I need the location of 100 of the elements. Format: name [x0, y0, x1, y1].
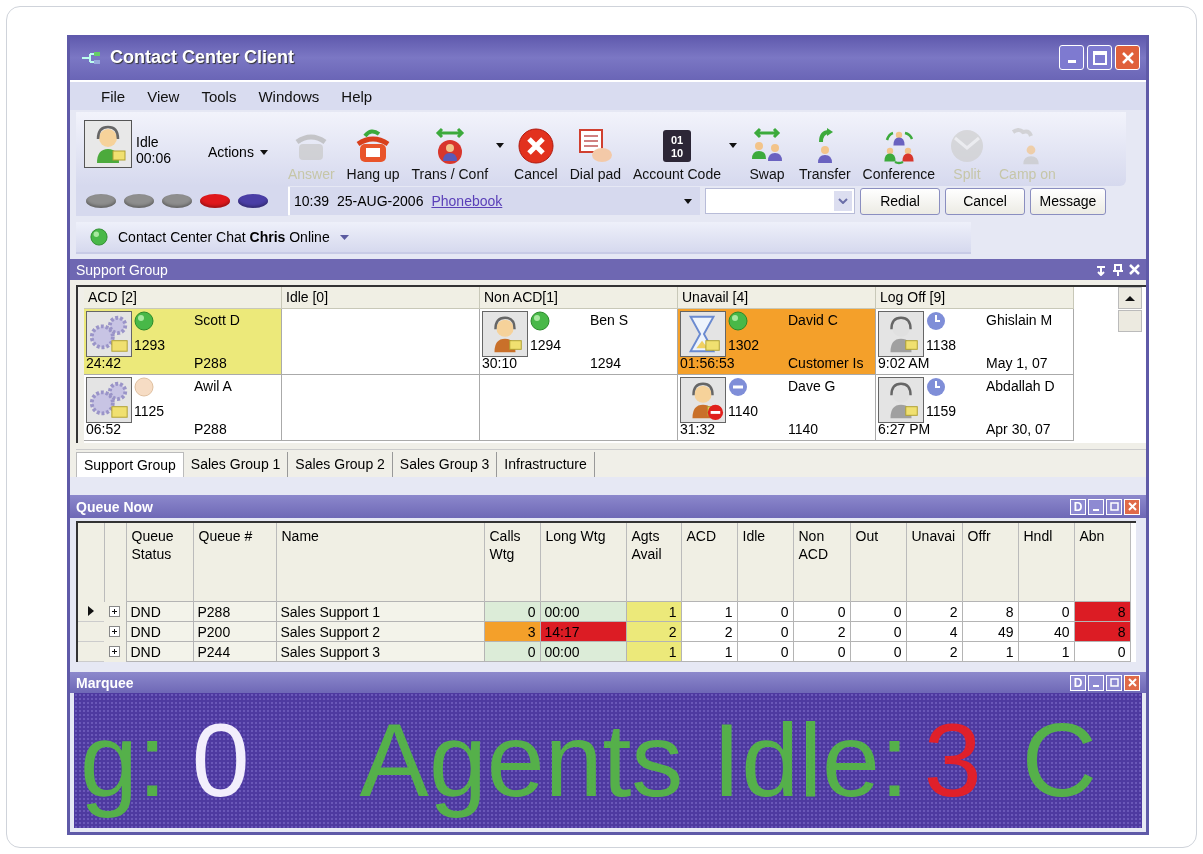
scroll-up-icon[interactable]: [1118, 287, 1142, 309]
table-cell: 0: [737, 601, 793, 622]
group-tab[interactable]: Support Group: [76, 452, 184, 477]
column-header[interactable]: ACD [2]: [84, 287, 282, 309]
agent-card[interactable]: 1138 Ghislain M 9:02 AM May 1, 07: [876, 309, 1074, 375]
chevron-down-icon[interactable]: [838, 198, 848, 204]
agent-name: Ben S: [590, 311, 630, 329]
agent-timer: 6:27 PM: [877, 420, 932, 439]
column-header[interactable]: Hndl: [1018, 523, 1074, 602]
agent-card[interactable]: 1159 Abdallah D 6:27 PM Apr 30, 07: [876, 375, 1074, 441]
toolbar-button[interactable]: Conference: [856, 126, 941, 182]
group-tab[interactable]: Sales Group 3: [392, 452, 498, 477]
line-lamp[interactable]: [200, 194, 230, 208]
column-header[interactable]: Non ACD: [793, 523, 850, 602]
group-tab[interactable]: Sales Group 1: [183, 452, 289, 477]
table-cell: 1: [681, 601, 737, 622]
line-lamp[interactable]: [124, 194, 154, 208]
agent-headset-icon: [84, 120, 132, 168]
toolbar-button[interactable]: Cancel: [508, 126, 564, 182]
line-lamp[interactable]: [238, 194, 268, 208]
expand-icon[interactable]: [109, 625, 121, 637]
call-button[interactable]: Cancel: [945, 187, 1025, 215]
agent-timer: 24:42: [85, 354, 123, 373]
scroll-thumb[interactable]: [1118, 310, 1142, 332]
agent-card[interactable]: 1293 Scott D 24:42 P288: [84, 309, 282, 375]
maximize-button[interactable]: [1087, 45, 1112, 70]
menu-item[interactable]: Help: [332, 85, 382, 107]
close-button[interactable]: [1124, 498, 1140, 515]
agent-card[interactable]: 1140 Dave G 31:32 1140: [678, 375, 876, 441]
column-header[interactable]: Idle [0]: [282, 287, 480, 309]
phonebook-link[interactable]: Phonebook: [431, 193, 676, 209]
expand-icon[interactable]: [109, 645, 121, 657]
column-header[interactable]: ACD: [681, 523, 737, 602]
table-cell: DND: [126, 641, 193, 662]
maximize-button[interactable]: [1106, 498, 1122, 515]
minimize-button[interactable]: [1059, 45, 1084, 70]
column-header[interactable]: Offr: [962, 523, 1018, 602]
call-time: 10:39: [294, 193, 330, 209]
group-tab[interactable]: Sales Group 2: [288, 452, 393, 477]
column-header[interactable]: Calls Wtg: [484, 523, 540, 602]
agent-blocked-icon: [680, 377, 726, 423]
pin-icon[interactable]: [1095, 263, 1107, 276]
toolbar-button[interactable]: Trans / Conf: [405, 126, 495, 182]
pin-icon[interactable]: [1113, 263, 1123, 276]
toolbar-button[interactable]: Transfer: [793, 126, 857, 182]
menu-item[interactable]: File: [92, 85, 135, 107]
minimize-button[interactable]: [1088, 674, 1104, 691]
table-cell: 2: [906, 601, 962, 622]
agent-timer: 9:02 AM: [877, 354, 931, 373]
agent-card[interactable]: 1294 Ben S 30:10 1294: [480, 309, 678, 375]
table-cell: 0: [793, 601, 850, 622]
call-date: 25-AUG-2006: [337, 193, 424, 209]
status-icon: [926, 311, 946, 331]
call-button[interactable]: Redial: [860, 187, 940, 215]
column-header[interactable]: Non ACD[1]: [480, 287, 678, 309]
agent-headset-icon: [878, 377, 924, 423]
group-tab[interactable]: Infrastructure: [497, 452, 595, 477]
agent-card[interactable]: 1125 Awil A 06:52 P288: [84, 375, 282, 441]
column-header[interactable]: Queue #: [193, 523, 276, 602]
toolbar-button[interactable]: Hang up: [340, 126, 406, 182]
maximize-button[interactable]: [1106, 674, 1122, 691]
menu-item[interactable]: Tools: [192, 85, 246, 107]
column-header[interactable]: Abn: [1074, 523, 1130, 602]
agent-name: Abdallah D: [986, 377, 1056, 395]
column-header[interactable]: Agts Avail: [626, 523, 681, 602]
marquee-text: Agents Idle:: [359, 700, 909, 820]
dial-field[interactable]: [705, 188, 855, 214]
menu-item[interactable]: Windows: [249, 85, 329, 107]
dropdown-caret-icon[interactable]: [729, 143, 737, 148]
agent-timer: 31:32: [679, 420, 717, 439]
panel-title: Queue Now: [76, 498, 154, 515]
column-header[interactable]: Unavail [4]: [678, 287, 876, 309]
dropdown-caret-icon[interactable]: [684, 198, 692, 204]
actions-menu[interactable]: Actions: [208, 144, 268, 160]
close-icon[interactable]: [1129, 264, 1140, 275]
toolbar-button[interactable]: Dial pad: [563, 126, 628, 182]
column-header[interactable]: Unavai: [906, 523, 962, 602]
line-lamp[interactable]: [86, 194, 116, 208]
table-cell: 0: [1018, 601, 1074, 622]
close-button[interactable]: [1115, 45, 1140, 70]
close-button[interactable]: [1124, 674, 1140, 691]
line-lamp[interactable]: [162, 194, 192, 208]
cancel-icon: [515, 126, 556, 166]
toolbar-button[interactable]: Swap: [741, 126, 793, 182]
column-header[interactable]: Long Wtg: [540, 523, 626, 602]
agent-extension: 1125: [134, 403, 166, 419]
call-button[interactable]: Message: [1030, 187, 1106, 215]
dropdown-caret-icon[interactable]: [496, 143, 505, 148]
column-header[interactable]: Out: [850, 523, 906, 602]
toolbar-button[interactable]: 01 10 Account Code: [627, 126, 727, 182]
agent-info: 1294: [590, 354, 623, 373]
agent-card[interactable]: 1302 David C 01:56:53 Customer Is: [678, 309, 876, 375]
menu-item[interactable]: View: [138, 85, 189, 107]
column-header[interactable]: Idle: [737, 523, 793, 602]
status-icon: [530, 311, 550, 331]
minimize-button[interactable]: [1088, 498, 1104, 515]
column-header[interactable]: Name: [276, 523, 484, 602]
column-header[interactable]: Log Off [9]: [876, 287, 1074, 309]
expand-icon[interactable]: [109, 605, 121, 617]
column-header[interactable]: Queue Status: [126, 523, 193, 602]
